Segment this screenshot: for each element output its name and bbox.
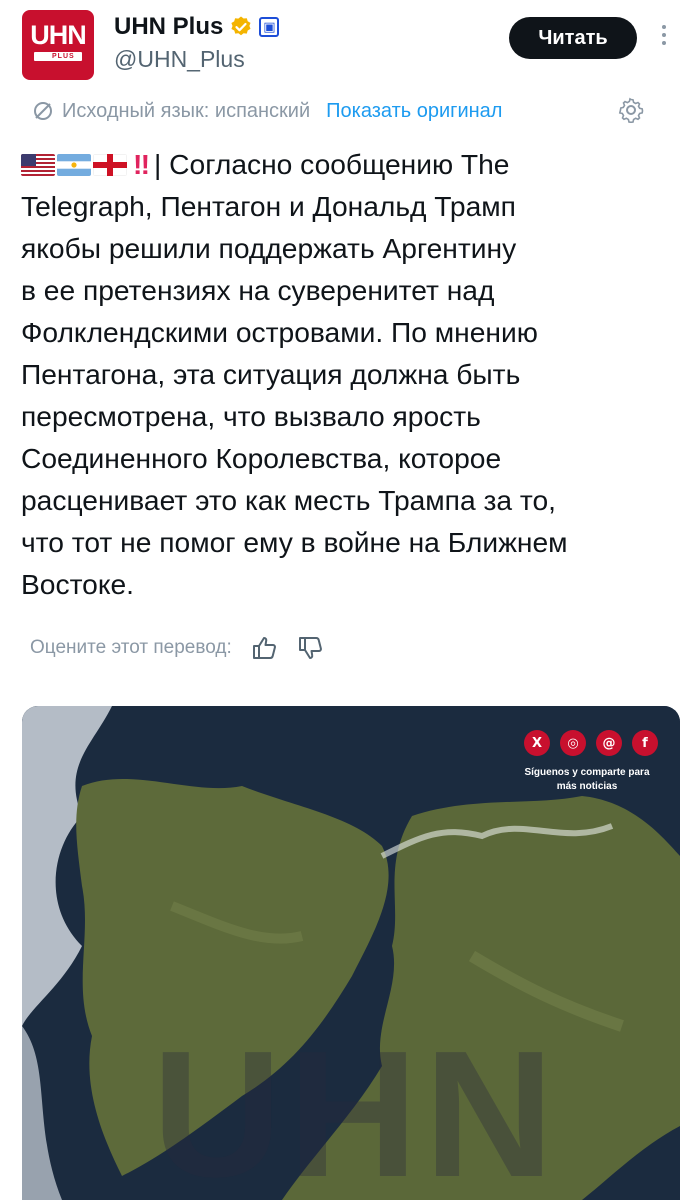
follow-button[interactable]: Читать xyxy=(509,17,637,59)
tweet-line: расценивает это как месть Трампа за то, xyxy=(21,484,556,516)
tweet-header: UHN PLUS UHN Plus ▣ @UHN_Plus Читать xyxy=(0,0,694,95)
rate-translation: Оцените этот перевод: xyxy=(30,630,324,666)
source-language-label: Исходный язык: испанский xyxy=(62,99,311,122)
social-caption-line1: Síguenos y comparte para xyxy=(524,767,650,778)
social-caption-line2: más noticias xyxy=(556,781,618,792)
user-handle[interactable]: @UHN_Plus xyxy=(114,46,245,73)
show-original-link[interactable]: Показать оригинал xyxy=(326,100,502,123)
threads-icon: @ xyxy=(596,730,622,756)
tweet-line: что тот не помог ему в войне на Ближнем xyxy=(21,526,568,558)
instagram-icon: ◎ xyxy=(560,730,586,756)
name-row: UHN Plus ▣ xyxy=(114,12,280,42)
verified-badge-icon[interactable] xyxy=(229,15,253,39)
tweet-line: Востоке. xyxy=(21,568,134,600)
avatar-logo-subtext: PLUS xyxy=(52,53,75,60)
tweet-line: Соединенного Королевства, которое xyxy=(21,442,502,474)
argentina-flag-icon xyxy=(57,154,91,176)
affiliate-badge-icon[interactable]: ▣ xyxy=(259,17,280,37)
gear-icon[interactable] xyxy=(618,97,644,123)
avatar[interactable]: UHN PLUS xyxy=(22,10,94,80)
tweet-line: ‼ | Согласно сообщению The xyxy=(21,143,671,185)
thumbs-down-icon[interactable] xyxy=(296,634,324,662)
tweet-line: Пентагона, эта ситуация должна быть xyxy=(21,358,521,390)
us-flag-icon xyxy=(21,154,55,176)
display-name[interactable]: UHN Plus xyxy=(114,13,223,41)
rate-translation-label: Оцените этот перевод: xyxy=(30,637,232,658)
avatar-logo-text: UHN xyxy=(30,20,87,50)
tweet-line: пересмотрена, что вызвало ярость xyxy=(21,400,481,432)
tweet-line: Telegraph, Пентагон и Дональд Трамп xyxy=(21,190,516,222)
tweet-line: в ее претензиях на суверенитет над xyxy=(21,274,495,306)
social-caption: Síguenos y comparte para más noticias xyxy=(512,766,662,794)
england-flag-icon xyxy=(93,154,127,176)
tweet-text: ‼ | Согласно сообщению The Telegraph, Пен… xyxy=(21,143,671,605)
tweet-line: Фолклендскими островами. По мнению xyxy=(21,316,538,348)
thumbs-up-icon[interactable] xyxy=(250,634,278,662)
double-exclamation-icon: ‼ xyxy=(133,148,151,180)
translation-bar: Исходный язык: испанский Показать оригин… xyxy=(32,96,662,126)
translate-icon xyxy=(34,102,52,120)
x-icon: X xyxy=(524,730,550,756)
facebook-icon: f xyxy=(632,730,658,756)
social-icons: X ◎ @ f xyxy=(524,730,658,756)
tweet-line: якобы решили поддержать Аргентину xyxy=(21,232,517,264)
uhn-watermark: UHN xyxy=(152,1014,560,1200)
more-vertical-icon[interactable] xyxy=(658,25,670,51)
tweet-image[interactable]: X ◎ @ f Síguenos y comparte para más not… xyxy=(22,706,680,1200)
